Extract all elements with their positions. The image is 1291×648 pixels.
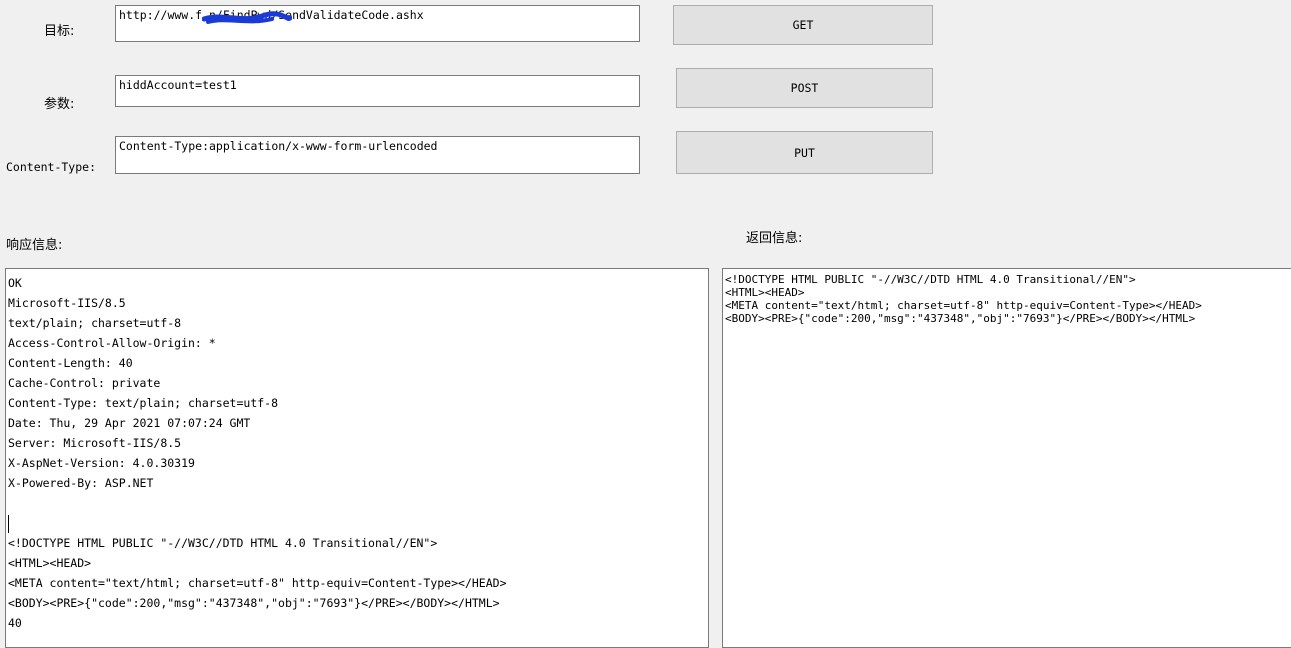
response-line: Content-Type: text/plain; charset=utf-8 bbox=[8, 396, 279, 410]
response-textarea[interactable]: OK Microsoft-IIS/8.5 text/plain; charset… bbox=[5, 268, 709, 648]
returned-line: <META content="text/html; charset=utf-8"… bbox=[725, 299, 1202, 312]
params-label: 参数: bbox=[44, 97, 75, 112]
returned-line: <HTML><HEAD> bbox=[725, 286, 805, 299]
response-line: 40 bbox=[8, 616, 22, 630]
response-line: <META content="text/html; charset=utf-8"… bbox=[8, 576, 507, 590]
response-line: Server: Microsoft-IIS/8.5 bbox=[8, 436, 182, 450]
params-input[interactable]: hiddAccount=test1 bbox=[115, 75, 640, 107]
response-line: <HTML><HEAD> bbox=[8, 556, 92, 570]
response-line: text/plain; charset=utf-8 bbox=[8, 316, 182, 330]
target-label: 目标: bbox=[44, 24, 75, 39]
returned-textarea[interactable]: <!DOCTYPE HTML PUBLIC "-//W3C//DTD HTML … bbox=[722, 268, 1291, 648]
content-type-text: Content-Type:application/x-www-form-urle… bbox=[119, 139, 438, 153]
response-line: <BODY><PRE>{"code":200,"msg":"437348","o… bbox=[8, 596, 500, 610]
text-caret bbox=[8, 514, 9, 533]
response-line bbox=[6, 493, 708, 513]
redaction-scribble bbox=[202, 11, 292, 24]
response-info-label: 响应信息: bbox=[6, 238, 63, 253]
response-line: Microsoft-IIS/8.5 bbox=[8, 296, 126, 310]
response-line: X-Powered-By: ASP.NET bbox=[8, 476, 154, 490]
params-text: hiddAccount=test1 bbox=[119, 78, 237, 92]
response-line: Access-Control-Allow-Origin: * bbox=[8, 336, 216, 350]
returned-line: <!DOCTYPE HTML PUBLIC "-//W3C//DTD HTML … bbox=[725, 273, 1136, 286]
response-line: OK bbox=[8, 276, 22, 290]
response-line: Content-Length: 40 bbox=[8, 356, 133, 370]
returned-info-label: 返回信息: bbox=[746, 231, 803, 246]
post-button[interactable]: POST bbox=[676, 68, 933, 108]
response-line: <!DOCTYPE HTML PUBLIC "-//W3C//DTD HTML … bbox=[8, 536, 438, 550]
response-line: Cache-Control: private bbox=[8, 376, 161, 390]
content-type-label: Content-Type: bbox=[6, 160, 97, 174]
content-type-input[interactable]: Content-Type:application/x-www-form-urle… bbox=[115, 136, 640, 174]
put-button[interactable]: PUT bbox=[676, 131, 933, 174]
response-line: X-AspNet-Version: 4.0.30319 bbox=[8, 456, 195, 470]
response-line: Date: Thu, 29 Apr 2021 07:07:24 GMT bbox=[8, 416, 251, 430]
target-url-input[interactable]: http://www.f n/FindPwd/SendValidateCode.… bbox=[115, 5, 640, 42]
returned-line: <BODY><PRE>{"code":200,"msg":"437348","o… bbox=[725, 312, 1196, 325]
response-line-caret bbox=[6, 513, 708, 533]
get-button[interactable]: GET bbox=[673, 5, 933, 45]
